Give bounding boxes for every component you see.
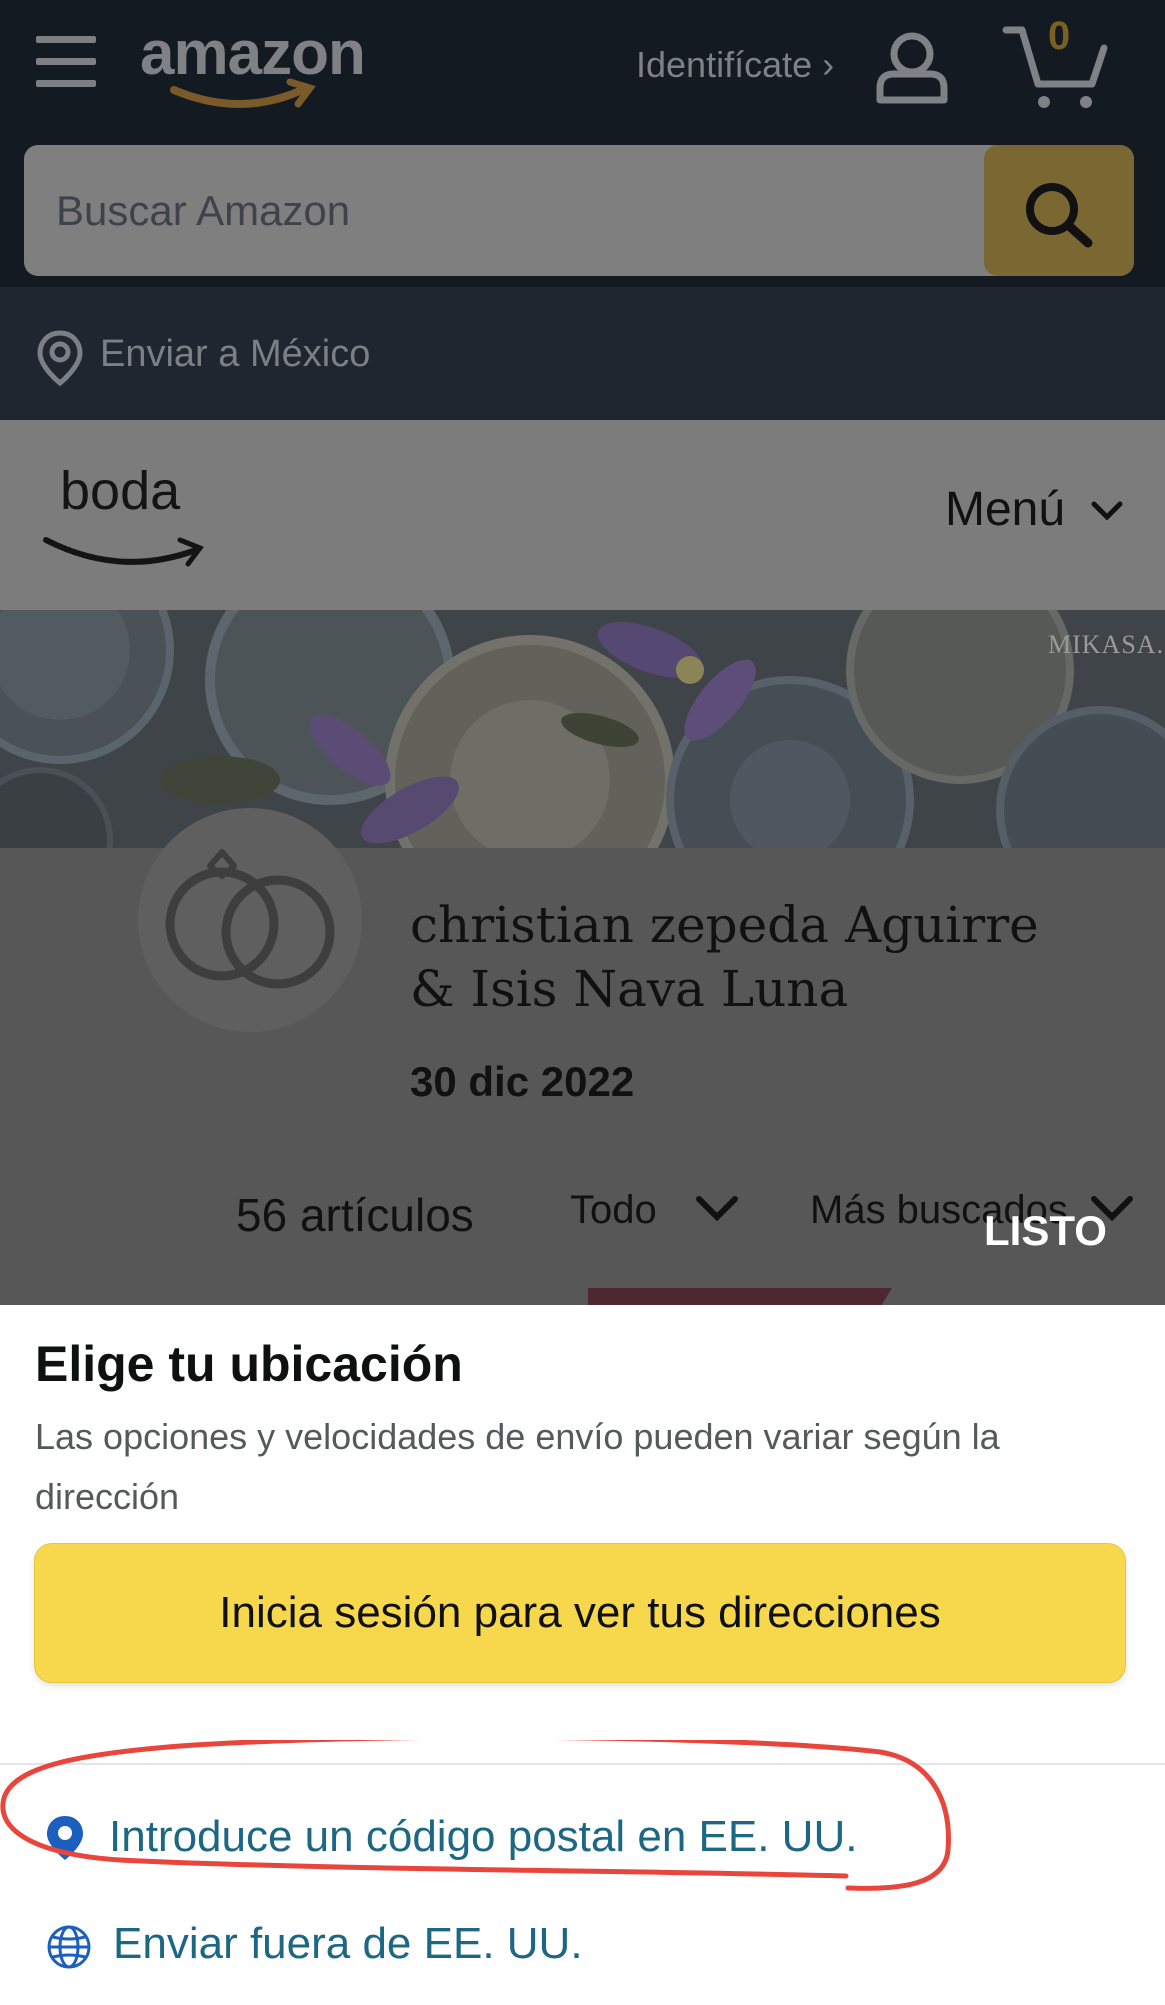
user-icon[interactable] xyxy=(874,30,950,106)
wedding-rings-icon xyxy=(165,849,335,989)
deliver-to-bar[interactable]: Enviar a México xyxy=(0,287,1165,420)
search-input[interactable] xyxy=(24,145,984,276)
registry-banner-image: MIKASA. xyxy=(0,610,1165,848)
registry-header: boda Menú xyxy=(0,420,1165,610)
location-pin-icon xyxy=(37,330,83,387)
location-bottom-sheet: Elige tu ubicación Las opciones y veloci… xyxy=(0,1305,1165,2005)
couple-names: christian zepeda Aguirre & Isis Nava Lun… xyxy=(410,893,1110,1021)
divider xyxy=(0,1763,1165,1765)
globe-icon xyxy=(47,1925,91,1969)
signin-link[interactable]: Identifícate › xyxy=(636,44,834,86)
couple-name-line-2: & Isis Nava Luna xyxy=(410,960,849,1018)
registry-info: christian zepeda Aguirre & Isis Nava Lun… xyxy=(0,808,1165,1308)
boda-logo-text: boda xyxy=(60,461,181,521)
search-bar xyxy=(24,145,1134,276)
deliver-to-text: Enviar a México xyxy=(100,333,371,375)
registry-avatar xyxy=(138,808,362,1032)
filter-dropdown[interactable]: Todo xyxy=(570,1188,657,1233)
chevron-down-icon xyxy=(696,1196,738,1222)
top-header: amazon Identifícate › 0 xyxy=(0,0,1165,287)
article-count: 56 artículos xyxy=(236,1189,474,1241)
banner-brand-logo: MIKASA. xyxy=(1048,630,1165,659)
wedding-date: 30 dic 2022 xyxy=(410,1058,635,1105)
search-icon xyxy=(1026,183,1093,248)
enter-us-zip-label: Introduce un código postal en EE. UU. xyxy=(109,1812,858,1861)
sheet-title: Elige tu ubicación xyxy=(35,1336,463,1392)
amazon-logo[interactable]: amazon xyxy=(140,18,380,113)
signin-addresses-button[interactable]: Inicia sesión para ver tus direcciones xyxy=(34,1543,1126,1683)
ship-outside-us-label: Enviar fuera de EE. UU. xyxy=(113,1919,583,1968)
registry-menu-button[interactable]: Menú xyxy=(945,482,1065,537)
chevron-down-icon xyxy=(1091,501,1123,521)
logo-smile-icon xyxy=(170,78,316,108)
done-button[interactable]: LISTO xyxy=(978,1206,1113,1256)
sheet-description: Las opciones y velocidades de envío pued… xyxy=(35,1416,1000,1517)
search-button[interactable] xyxy=(984,145,1134,276)
location-pin-icon xyxy=(47,1816,83,1860)
hamburger-menu-icon[interactable] xyxy=(36,36,96,90)
cart-count-badge: 0 xyxy=(1048,14,1071,58)
boda-logo-smile-icon xyxy=(43,537,204,567)
couple-name-line-1: christian zepeda Aguirre xyxy=(410,896,1039,954)
